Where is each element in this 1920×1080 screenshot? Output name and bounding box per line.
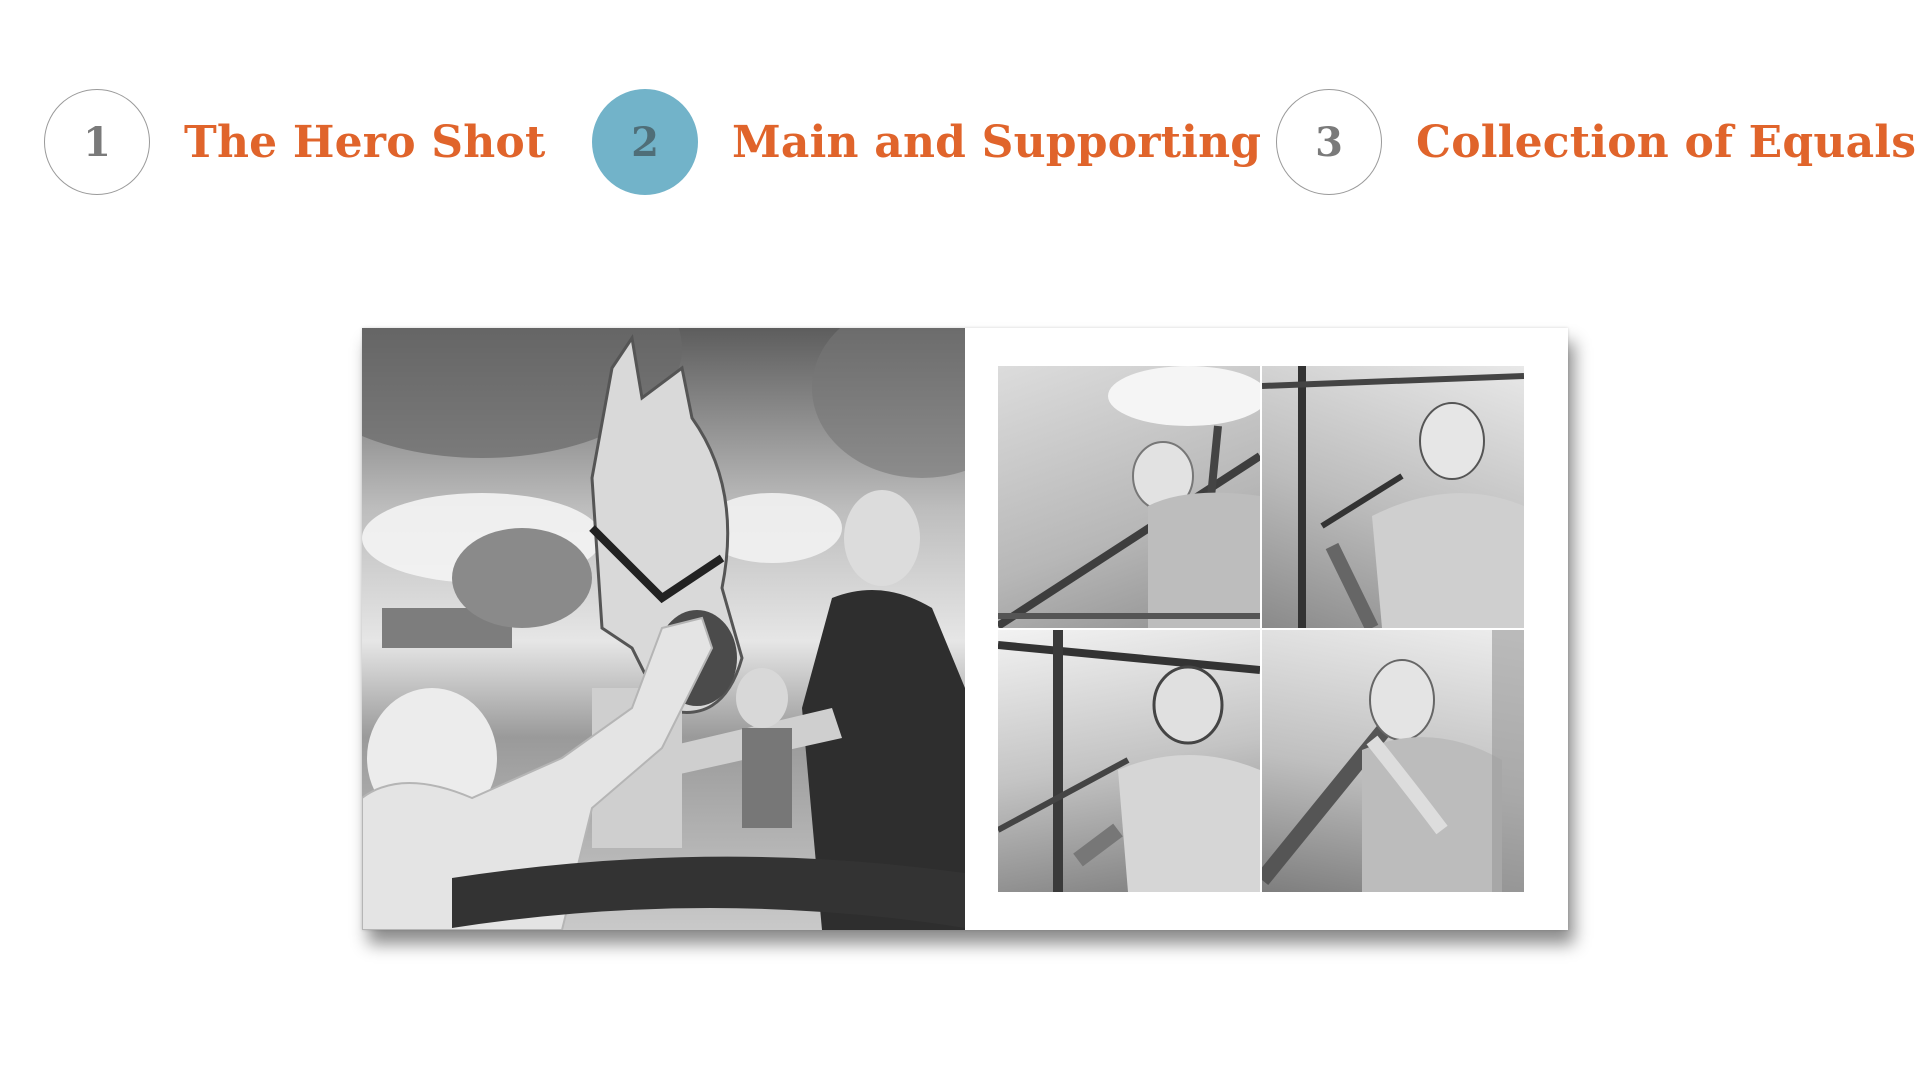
main-photo [362,328,965,930]
step-2-title: Main and Supporting [732,116,1262,168]
step-2[interactable]: 2 Main and Supporting [592,88,1261,196]
supporting-photo-3 [998,630,1260,892]
step-1-title: The Hero Shot [184,116,546,168]
step-header: 1 The Hero Shot 2 Main and Supporting 3 … [0,0,1920,220]
step-1-number-circle: 1 [44,89,150,195]
step-3-number-circle: 3 [1276,89,1382,195]
photo-girl-looking-down-icon [998,630,1260,892]
supporting-photo-2 [1262,366,1524,628]
photo-horse-and-girl-icon [362,328,965,930]
supporting-photo-1 [998,366,1260,628]
step-1[interactable]: 1 The Hero Shot [44,88,546,196]
supporting-photo-4 [1262,630,1524,892]
step-2-number-circle: 2 [592,89,698,195]
photo-girl-smiling-icon [1262,366,1524,628]
step-3[interactable]: 3 Collection of Equals [1276,88,1916,196]
album-spread [362,328,1568,930]
photo-girl-on-fence-icon [998,366,1260,628]
step-3-title: Collection of Equals [1416,116,1917,168]
photo-girl-leaning-icon [1262,630,1524,892]
